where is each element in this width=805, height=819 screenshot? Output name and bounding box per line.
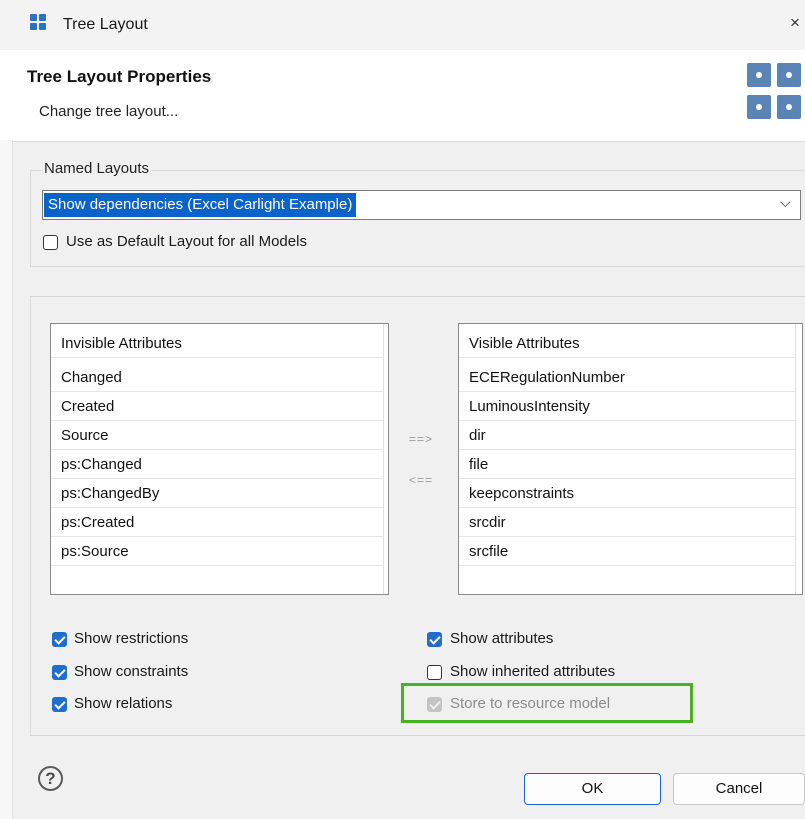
list-item[interactable]: LuminousIntensity xyxy=(459,392,795,421)
show-attributes-checkbox[interactable] xyxy=(427,632,442,647)
list-item[interactable]: Changed xyxy=(51,363,383,392)
list-item[interactable]: ps:ChangedBy xyxy=(51,479,383,508)
dialog-subtitle: Change tree layout... xyxy=(39,103,179,120)
default-layout-label: Use as Default Layout for all Models xyxy=(66,233,307,250)
named-layout-selected-value[interactable]: Show dependencies (Excel Carlight Exampl… xyxy=(44,193,357,217)
show-restrictions-checkbox[interactable] xyxy=(52,632,67,647)
invisible-attributes-list[interactable]: Invisible Attributes Changed Created Sou… xyxy=(50,323,389,595)
move-left-button[interactable]: <== xyxy=(399,466,443,494)
show-inherited-attributes-checkbox[interactable] xyxy=(427,665,442,680)
tree-layout-banner-icon xyxy=(747,63,805,125)
show-inherited-attributes-label: Show inherited attributes xyxy=(450,663,616,680)
chevron-down-icon[interactable]: ⌵ xyxy=(780,194,791,211)
list-item[interactable]: ps:Source xyxy=(51,537,383,566)
list-item[interactable]: srcdir xyxy=(459,508,795,537)
list-scrollbar xyxy=(383,324,384,594)
show-attributes-label: Show attributes xyxy=(450,630,554,647)
list-item[interactable]: ps:Created xyxy=(51,508,383,537)
move-right-button[interactable]: ==> xyxy=(399,425,443,453)
list-item[interactable]: dir xyxy=(459,421,795,450)
ok-button[interactable]: OK xyxy=(524,773,661,805)
show-restrictions-label: Show restrictions xyxy=(74,630,189,647)
list-header-invisible: Invisible Attributes xyxy=(51,329,383,358)
highlight-box xyxy=(401,683,693,723)
list-item[interactable]: ps:Changed xyxy=(51,450,383,479)
named-layouts-legend: Named Layouts xyxy=(42,160,152,177)
list-item[interactable]: keepconstraints xyxy=(459,479,795,508)
show-constraints-checkbox[interactable] xyxy=(52,665,67,680)
list-item[interactable]: ECERegulationNumber xyxy=(459,363,795,392)
list-scrollbar xyxy=(795,324,796,594)
tree-layout-app-icon xyxy=(30,14,46,30)
close-icon[interactable]: × xyxy=(790,13,800,33)
dialog-header xyxy=(0,50,805,142)
list-item[interactable]: file xyxy=(459,450,795,479)
window-title: Tree Layout xyxy=(63,16,148,33)
visible-attributes-list[interactable]: Visible Attributes ECERegulationNumber L… xyxy=(458,323,803,595)
dialog-title: Tree Layout Properties xyxy=(27,67,212,86)
default-layout-checkbox[interactable] xyxy=(43,235,58,250)
list-item[interactable]: Source xyxy=(51,421,383,450)
left-edge xyxy=(0,140,13,819)
help-icon[interactable]: ? xyxy=(38,766,63,791)
list-item[interactable]: srcfile xyxy=(459,537,795,566)
show-relations-label: Show relations xyxy=(74,695,173,712)
cancel-button[interactable]: Cancel xyxy=(673,773,805,805)
list-header-visible: Visible Attributes xyxy=(459,329,795,358)
show-relations-checkbox[interactable] xyxy=(52,697,67,712)
show-constraints-label: Show constraints xyxy=(74,663,189,680)
list-item[interactable]: Created xyxy=(51,392,383,421)
